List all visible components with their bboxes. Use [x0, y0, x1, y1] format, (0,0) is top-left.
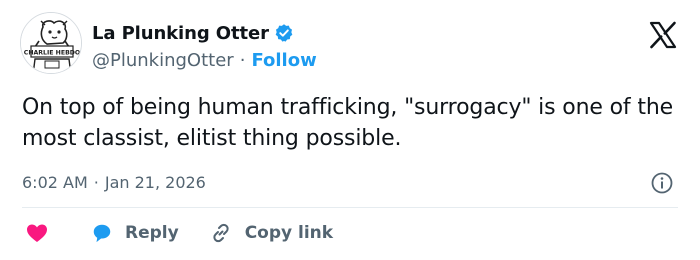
verified-badge-icon: [274, 23, 294, 43]
handle-row: @PlunkingOtter · Follow: [92, 48, 317, 72]
timestamp-separator: ·: [93, 172, 99, 192]
copy-link-button[interactable]: Copy link: [209, 221, 333, 245]
display-name[interactable]: La Plunking Otter: [92, 23, 269, 44]
info-icon[interactable]: [650, 171, 674, 195]
tweet-text: On top of being human trafficking, "surr…: [22, 95, 674, 151]
handle-separator: ·: [239, 49, 246, 71]
avatar-sign-text: CHARLIE HEBDO: [24, 50, 80, 57]
tweet-date: Jan 21, 2026: [104, 172, 206, 192]
avatar[interactable]: CHARLIE HEBDO: [20, 12, 82, 74]
tweet-timestamp[interactable]: 6:02 AM · Jan 21, 2026: [22, 171, 206, 193]
reply-button[interactable]: Reply: [91, 222, 179, 244]
link-icon: [209, 221, 233, 245]
reply-label: Reply: [125, 223, 179, 243]
avatar-illustration: CHARLIE HEBDO: [21, 13, 81, 73]
tweet-time: 6:02 AM: [22, 172, 88, 192]
author-name-row: La Plunking Otter: [92, 21, 294, 45]
action-bar: Reply Copy link: [22, 220, 333, 246]
x-logo-icon[interactable]: [648, 20, 678, 50]
heart-icon[interactable]: [25, 221, 49, 245]
tweet-card: CHARLIE HEBDO La Plunking Otter @Plunkin…: [0, 0, 700, 260]
handle[interactable]: @PlunkingOtter: [92, 50, 234, 71]
copy-link-label: Copy link: [244, 223, 334, 243]
follow-button[interactable]: Follow: [251, 50, 316, 71]
speech-bubble-icon: [91, 222, 113, 244]
divider: [22, 207, 678, 208]
